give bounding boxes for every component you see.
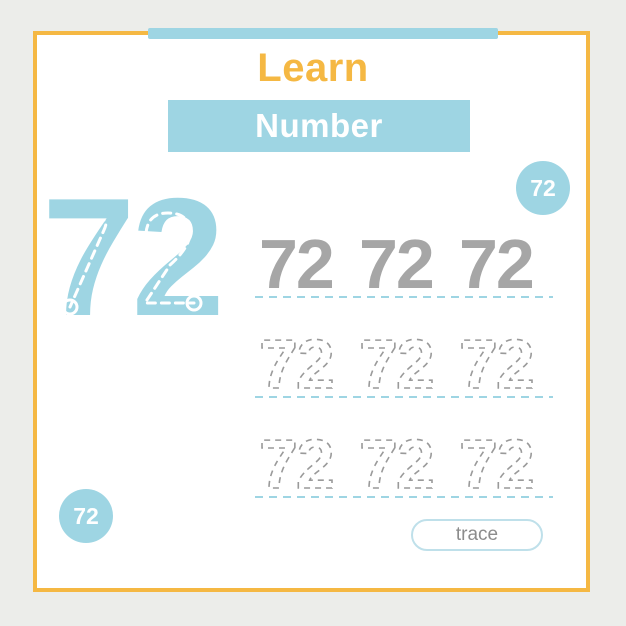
practice-row-1: 72 72 72 — [255, 218, 555, 308]
page-title: Learn — [257, 46, 369, 90]
badge-bottom-left-value: 72 — [73, 502, 99, 529]
badge-top-right-value: 72 — [530, 174, 556, 201]
practice-row-3: 72 72 72 — [255, 418, 555, 508]
row-3-item-3: 72 — [459, 425, 533, 503]
badge-top-right: 72 — [516, 161, 570, 215]
row-1-item-1: 72 — [259, 225, 333, 303]
big-traceable-number: 72 — [42, 185, 242, 335]
top-accent-bar — [148, 28, 498, 39]
badge-bottom-left: 72 — [59, 489, 113, 543]
row-3-item-1: 72 — [259, 425, 333, 503]
row-1-item-2: 72 — [359, 225, 433, 303]
trace-button[interactable]: trace — [411, 519, 543, 551]
subtitle-label: Number — [255, 107, 383, 144]
row-3-item-2: 72 — [359, 425, 433, 503]
subtitle-ribbon: Number — [168, 100, 470, 152]
row-2-item-1: 72 — [259, 325, 333, 403]
row-2-item-3: 72 — [459, 325, 533, 403]
trace-button-label: trace — [455, 524, 499, 545]
row-1-item-3: 72 — [459, 225, 533, 303]
row-2-item-2: 72 — [359, 325, 433, 403]
worksheet-page: Learn Number 72 72 72 72 72 72 72 72 72 … — [0, 0, 626, 626]
practice-row-2: 72 72 72 — [255, 318, 555, 408]
